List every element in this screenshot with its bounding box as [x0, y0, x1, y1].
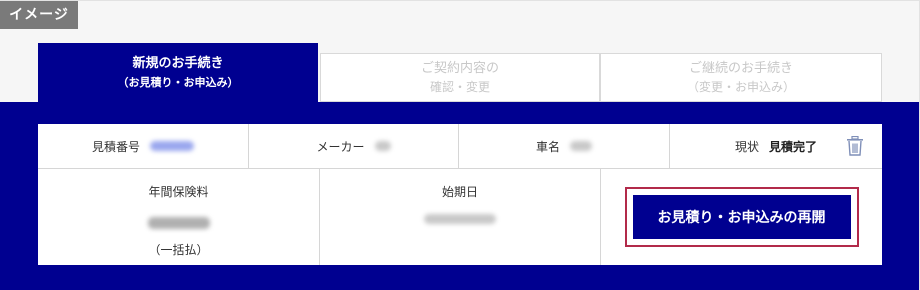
quote-number-value-masked — [150, 141, 194, 151]
start-date-cell: 始期日 — [319, 169, 600, 265]
procedure-tabs: 新規のお手続き （お見積り・お申込み） ご契約内容の 確認・変更 ご継続のお手続… — [38, 43, 882, 103]
quote-card: 見積番号 メーカー 車名 現状 見積完了 年間保険料 （一括払） 始期日 お見積… — [38, 124, 882, 265]
tab-subtitle: （変更・お申込み） — [686, 79, 795, 94]
car-name-value-masked — [570, 141, 592, 151]
resume-button-highlight: お見積り・お申込みの再開 — [624, 187, 859, 247]
start-date-label: 始期日 — [441, 185, 478, 199]
tab-title: ご契約内容の — [420, 60, 499, 76]
tab-subtitle: 確認・変更 — [429, 79, 490, 94]
payment-method-note: （一括払） — [148, 243, 209, 257]
tab-title: ご継続のお手続き — [688, 60, 793, 76]
tab-renewal-procedure[interactable]: ご継続のお手続き （変更・お申込み） — [600, 53, 882, 102]
image-label-badge: イメージ — [0, 1, 78, 29]
quote-summary-row: 見積番号 メーカー 車名 現状 見積完了 — [38, 124, 882, 169]
tab-contract-details[interactable]: ご契約内容の 確認・変更 — [320, 53, 600, 102]
tab-new-procedure[interactable]: 新規のお手続き （お見積り・お申込み） — [38, 43, 318, 103]
tab-title: 新規のお手続き — [132, 56, 224, 71]
annual-premium-value-masked — [147, 217, 210, 229]
start-date-value-masked — [424, 214, 496, 224]
quote-number-label: 見積番号 — [91, 139, 140, 154]
page-canvas: イメージ 新規のお手続き （お見積り・お申込み） ご契約内容の 確認・変更 ご継… — [0, 0, 920, 290]
car-name-label: 車名 — [535, 139, 560, 154]
maker-cell: メーカー — [248, 124, 458, 168]
annual-premium-cell: 年間保険料 （一括払） — [38, 169, 319, 265]
maker-label: メーカー — [316, 139, 365, 154]
quote-number-cell: 見積番号 — [38, 124, 248, 168]
status-cell: 現状 見積完了 — [669, 124, 882, 168]
car-name-cell: 車名 — [458, 124, 669, 168]
tab-subtitle: （お見積り・お申込み） — [117, 76, 239, 89]
maker-value-masked — [374, 141, 391, 151]
status-label: 現状 — [734, 139, 759, 154]
status-value: 見積完了 — [769, 139, 818, 154]
trash-icon[interactable] — [846, 135, 864, 156]
resume-action-cell: お見積り・お申込みの再開 — [600, 169, 882, 265]
annual-premium-label: 年間保険料 — [148, 185, 209, 199]
resume-quote-button[interactable]: お見積り・お申込みの再開 — [632, 195, 851, 239]
quote-detail-row: 年間保険料 （一括払） 始期日 お見積り・お申込みの再開 — [38, 169, 882, 265]
